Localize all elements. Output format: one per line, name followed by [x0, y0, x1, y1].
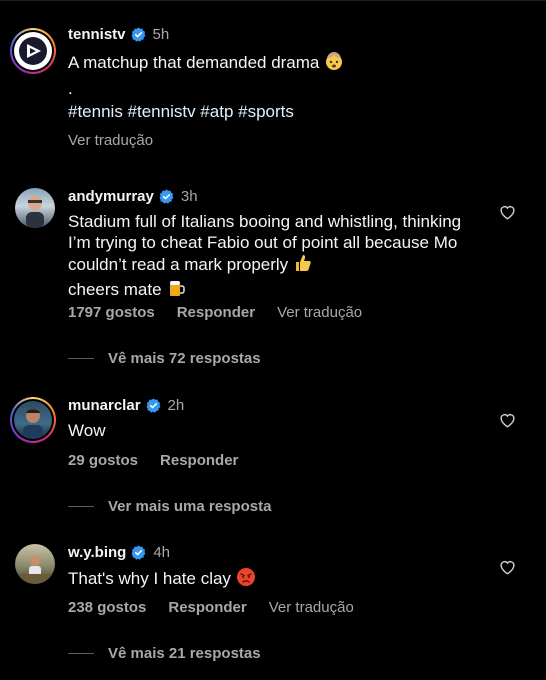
- reply-button[interactable]: Responder: [168, 599, 246, 616]
- munarclar-avatar[interactable]: [10, 397, 56, 443]
- translate-link[interactable]: Ver tradução: [269, 599, 354, 616]
- comment-author: w.y.bing 4h: [68, 544, 170, 561]
- post-caption: A matchup that demanded drama: [68, 51, 468, 76]
- replies-divider: [68, 358, 94, 359]
- comment-actions: 29 gostos Responder: [68, 452, 238, 469]
- username-link[interactable]: andymurray: [68, 188, 154, 205]
- tennistv-logo-icon: [19, 37, 47, 65]
- username-link[interactable]: w.y.bing: [68, 544, 126, 561]
- comment-time: 3h: [180, 188, 198, 205]
- exploding-head-emoji-icon: [324, 51, 344, 76]
- replies-divider: [68, 506, 94, 507]
- comment-author: andymurray 3h: [68, 188, 198, 205]
- view-replies-label[interactable]: Ver mais uma resposta: [108, 498, 271, 515]
- andymurray-avatar[interactable]: [15, 188, 55, 228]
- tennistv-avatar[interactable]: [10, 28, 56, 74]
- comment-actions: 238 gostos Responder Ver tradução: [68, 599, 354, 616]
- caption-dot: .: [68, 79, 73, 98]
- caption-text: A matchup that demanded drama: [68, 53, 320, 72]
- verified-badge-icon: [146, 398, 160, 413]
- post-meta: Ver tradução: [68, 132, 153, 149]
- comment-body: Stadium full of Italians booing and whis…: [68, 212, 462, 274]
- verified-badge-icon: [131, 27, 145, 42]
- reply-button[interactable]: Responder: [160, 452, 238, 469]
- likes-count[interactable]: 238 gostos: [68, 599, 146, 616]
- like-heart-icon[interactable]: [499, 204, 516, 220]
- comment-actions: 1797 gostos Responder Ver tradução: [68, 304, 362, 321]
- likes-count[interactable]: 29 gostos: [68, 452, 138, 469]
- post-time: 5h: [152, 26, 170, 43]
- translate-link[interactable]: Ver tradução: [68, 132, 153, 149]
- like-heart-icon[interactable]: [499, 412, 516, 428]
- verified-badge-icon: [131, 545, 146, 560]
- comment-body: That's why I hate clay: [68, 569, 231, 588]
- top-divider: [0, 0, 546, 1]
- view-replies-label[interactable]: Vê mais 21 respostas: [108, 645, 261, 662]
- post-author: tennistv 5h: [68, 26, 169, 43]
- comment-text: That's why I hate clay: [68, 567, 468, 592]
- caption-hashtags[interactable]: #tennis #tennistv #atp #sports: [68, 101, 468, 122]
- comment-author: munarclar 2h: [68, 397, 184, 414]
- comment-text: Stadium full of Italians booing and whis…: [68, 211, 468, 303]
- view-replies-label[interactable]: Vê mais 72 respostas: [108, 350, 261, 367]
- thumbs-up-emoji-icon: [293, 253, 313, 278]
- comment-body-tail: cheers mate: [68, 280, 162, 299]
- username-link[interactable]: munarclar: [68, 397, 141, 414]
- angry-face-emoji-icon: [236, 567, 256, 592]
- likes-count[interactable]: 1797 gostos: [68, 304, 155, 321]
- verified-badge-icon: [159, 189, 174, 204]
- view-replies[interactable]: Vê mais 72 respostas: [68, 350, 261, 367]
- wybing-avatar[interactable]: [15, 544, 55, 584]
- view-replies[interactable]: Ver mais uma resposta: [68, 498, 271, 515]
- comment-text: Wow: [68, 421, 106, 440]
- username-link[interactable]: tennistv: [68, 26, 126, 43]
- like-heart-icon[interactable]: [499, 559, 516, 575]
- translate-link[interactable]: Ver tradução: [277, 304, 362, 321]
- replies-divider: [68, 653, 94, 654]
- comment-time: 4h: [153, 544, 171, 561]
- comment-time: 2h: [167, 397, 185, 414]
- view-replies[interactable]: Vê mais 21 respostas: [68, 645, 261, 662]
- reply-button[interactable]: Responder: [177, 304, 255, 321]
- beer-mug-emoji-icon: [166, 278, 186, 303]
